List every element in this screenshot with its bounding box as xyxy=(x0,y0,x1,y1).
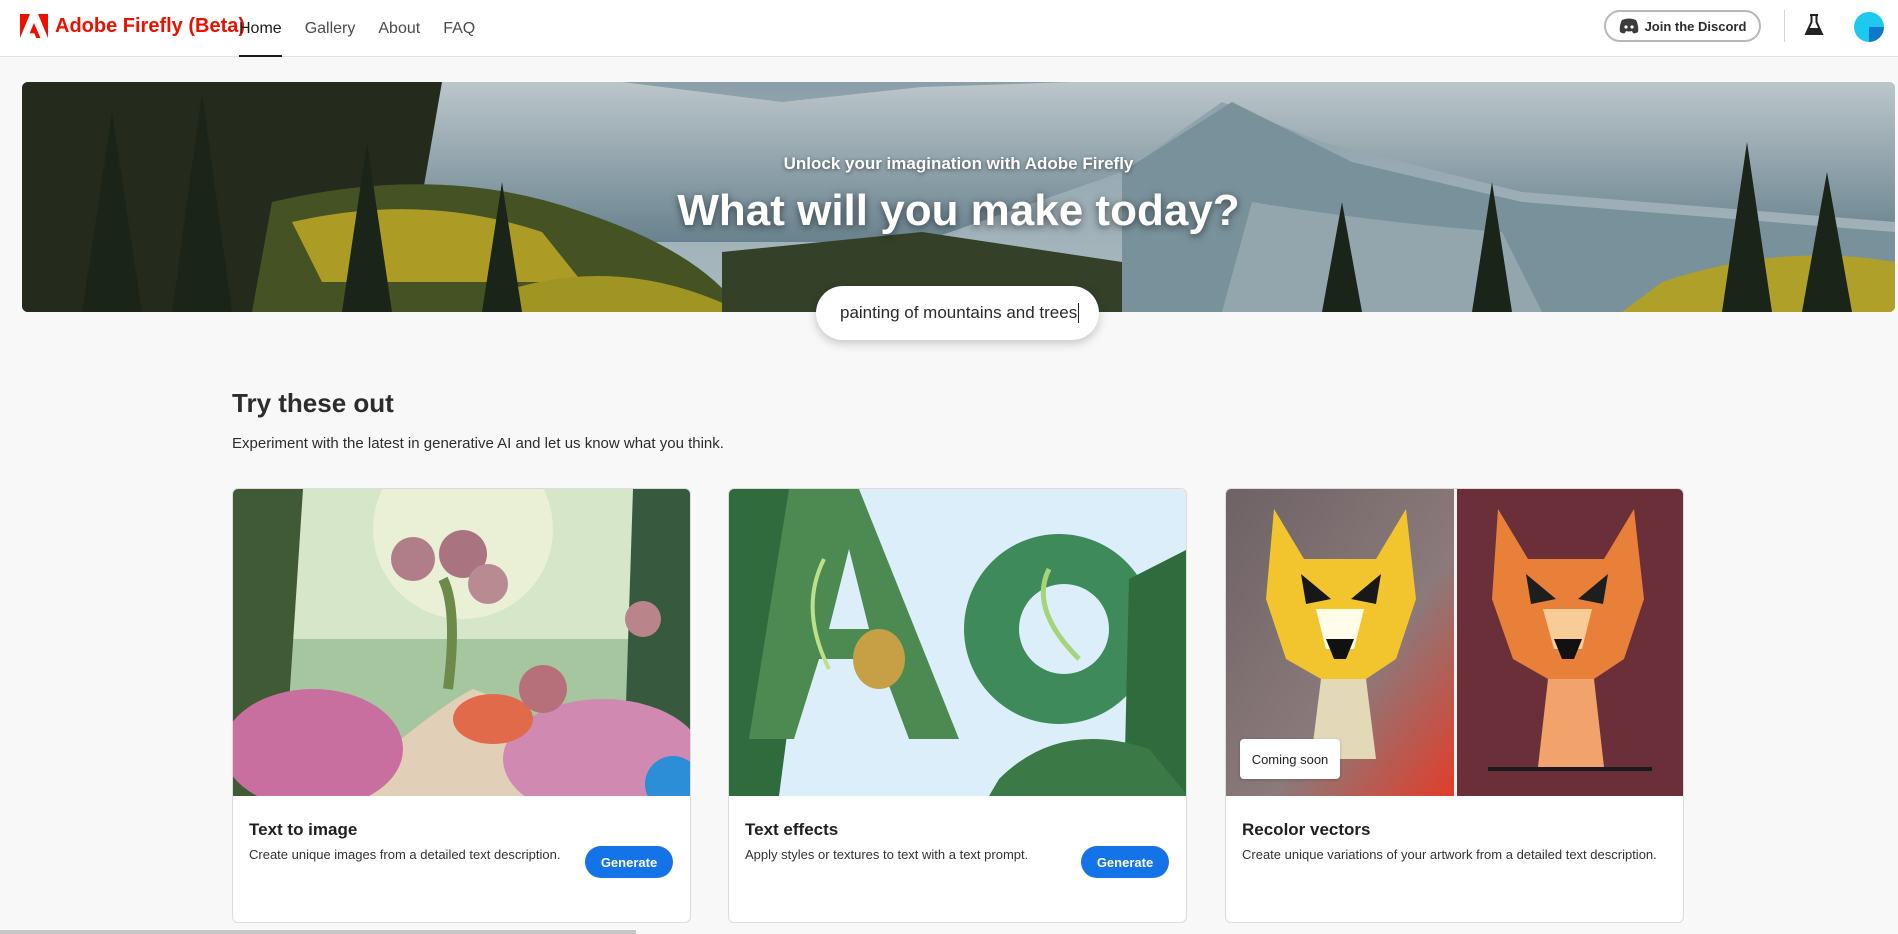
hero-kicker: Unlock your imagination with Adobe Firef… xyxy=(783,154,1134,173)
prompt-input-value: painting of mountains and trees xyxy=(840,303,1078,322)
section-subtitle: Experiment with the latest in generative… xyxy=(232,435,724,452)
brand-name: Adobe Firefly (Beta) xyxy=(55,14,246,37)
card-description: Apply styles or textures to text with a … xyxy=(745,847,1029,862)
card-recolor-vectors[interactable]: Coming soon Recolor vectors Create uniqu… xyxy=(1225,488,1684,923)
generate-button[interactable]: Generate xyxy=(1081,846,1169,878)
coming-soon-badge: Coming soon xyxy=(1240,739,1340,779)
text-to-image-thumbnail xyxy=(233,489,690,796)
user-avatar[interactable] xyxy=(1854,12,1884,42)
join-discord-button[interactable]: Join the Discord xyxy=(1604,10,1761,42)
card-title: Recolor vectors xyxy=(1242,820,1371,839)
text-effects-thumbnail xyxy=(729,489,1186,796)
tab-gallery[interactable]: Gallery xyxy=(305,0,356,57)
discord-icon xyxy=(1619,18,1638,34)
card-description: Create unique images from a detailed tex… xyxy=(249,847,561,862)
discord-label: Join the Discord xyxy=(1644,18,1747,34)
generate-button[interactable]: Generate xyxy=(585,846,673,878)
hero-headline: What will you make today? xyxy=(677,186,1240,235)
header-divider xyxy=(1784,10,1785,42)
card-text-to-image[interactable]: Text to image Create unique images from … xyxy=(232,488,691,923)
recolor-vectors-thumbnail: Coming soon xyxy=(1226,489,1683,796)
main-nav: Home Gallery About FAQ xyxy=(239,0,498,57)
section-title: Try these out xyxy=(232,388,394,418)
hero-banner: Unlock your imagination with Adobe Firef… xyxy=(22,82,1895,312)
tab-faq[interactable]: FAQ xyxy=(443,0,475,57)
tab-about[interactable]: About xyxy=(378,0,420,57)
brand[interactable]: Adobe Firefly (Beta) xyxy=(20,14,245,38)
prompt-input[interactable]: painting of mountains and trees xyxy=(816,286,1099,340)
card-title: Text to image xyxy=(249,820,358,839)
tab-home[interactable]: Home xyxy=(239,0,282,57)
card-description: Create unique variations of your artwork… xyxy=(1242,847,1657,862)
adobe-logo-icon xyxy=(20,14,48,38)
text-caret xyxy=(1078,303,1080,323)
horizontal-scrollbar[interactable] xyxy=(0,930,636,934)
card-text-effects[interactable]: Text effects Apply styles or textures to… xyxy=(728,488,1187,923)
card-title: Text effects xyxy=(745,820,839,839)
top-navigation-bar: Adobe Firefly (Beta) Home Gallery About … xyxy=(0,0,1898,57)
beaker-icon[interactable] xyxy=(1804,14,1824,36)
